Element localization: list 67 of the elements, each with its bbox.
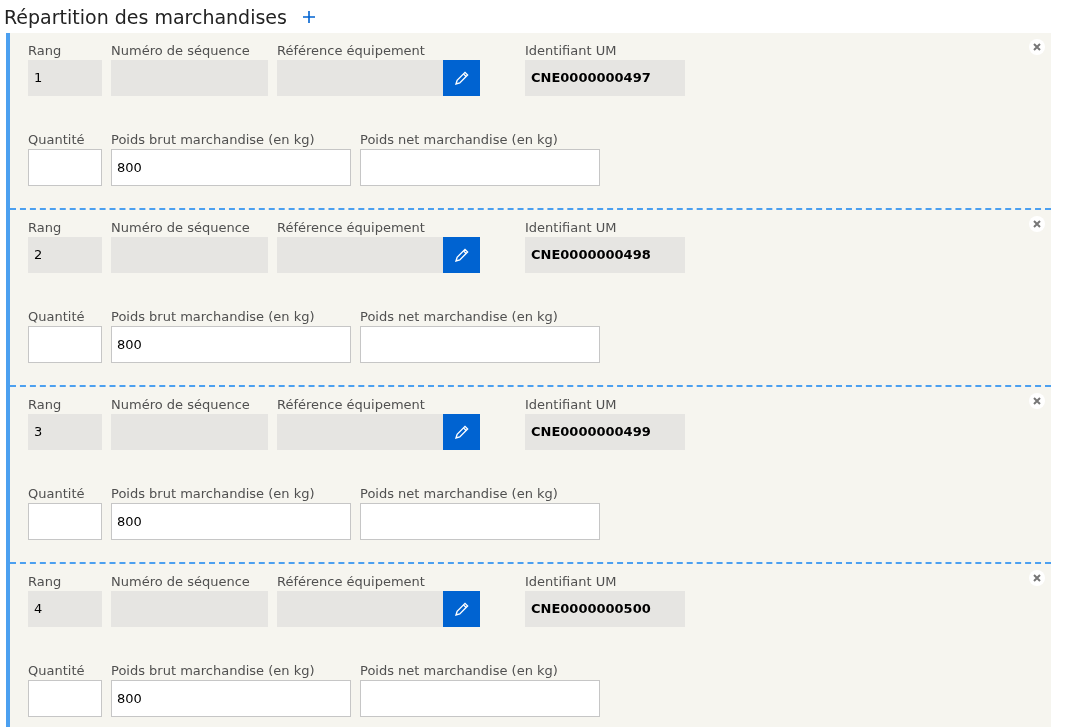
readonly-field: 4 [28, 591, 102, 627]
field-label: Numéro de séquence [111, 397, 251, 413]
edit-button[interactable] [443, 591, 480, 627]
input-field[interactable] [360, 680, 600, 717]
close-icon [1033, 43, 1041, 51]
field-label: Rang [28, 220, 63, 236]
input-field[interactable] [28, 149, 102, 186]
field-label: Identifiant UM [525, 220, 618, 236]
field-label: Rang [28, 43, 63, 59]
readonly-field: CNE0000000500 [525, 591, 685, 627]
readonly-field: 1 [28, 60, 102, 96]
field-label: Rang [28, 574, 63, 590]
field-label: Quantité [28, 663, 86, 679]
field-label: Poids net marchandise (en kg) [360, 309, 559, 325]
field-label: Poids net marchandise (en kg) [360, 132, 559, 148]
pencil-icon [452, 423, 471, 441]
field-label: Identifiant UM [525, 397, 618, 413]
close-icon [1033, 574, 1041, 582]
input-field[interactable] [28, 680, 102, 717]
field-label: Rang [28, 397, 63, 413]
edit-button[interactable] [443, 60, 480, 96]
field-label: Poids brut marchandise (en kg) [111, 663, 316, 679]
field-label: Référence équipement [277, 220, 426, 236]
field-label: Poids brut marchandise (en kg) [111, 132, 316, 148]
input-field[interactable]: 800 [111, 149, 351, 186]
input-field[interactable] [28, 503, 102, 540]
field-label: Poids brut marchandise (en kg) [111, 486, 316, 502]
close-button[interactable] [1029, 39, 1045, 55]
input-field[interactable] [360, 149, 600, 186]
readonly-field: CNE0000000499 [525, 414, 685, 450]
plus-icon [302, 10, 315, 23]
field-label: Poids brut marchandise (en kg) [111, 309, 316, 325]
field-label: Identifiant UM [525, 574, 618, 590]
field-label: Poids net marchandise (en kg) [360, 663, 559, 679]
close-button[interactable] [1029, 216, 1045, 232]
input-field[interactable]: 800 [111, 680, 351, 717]
field-label: Poids net marchandise (en kg) [360, 486, 559, 502]
input-field[interactable] [360, 503, 600, 540]
edit-button[interactable] [443, 414, 480, 450]
field-label: Quantité [28, 486, 86, 502]
readonly-field: CNE0000000498 [525, 237, 685, 273]
close-icon [1033, 397, 1041, 405]
field-label: Référence équipement [277, 397, 426, 413]
field-label: Référence équipement [277, 43, 426, 59]
add-button[interactable] [300, 8, 317, 25]
field-label: Quantité [28, 309, 86, 325]
pencil-icon [452, 600, 471, 618]
input-field[interactable] [360, 326, 600, 363]
field-label: Identifiant UM [525, 43, 618, 59]
close-button[interactable] [1029, 393, 1045, 409]
section-title: Répartition des marchandises [4, 4, 287, 29]
pencil-icon [452, 246, 471, 264]
readonly-field: 3 [28, 414, 102, 450]
input-field[interactable]: 800 [111, 326, 351, 363]
close-icon [1033, 220, 1041, 228]
input-field[interactable] [28, 326, 102, 363]
pencil-icon [452, 69, 471, 87]
input-field[interactable]: 800 [111, 503, 351, 540]
readonly-field: 2 [28, 237, 102, 273]
field-label: Référence équipement [277, 574, 426, 590]
field-label: Numéro de séquence [111, 43, 251, 59]
field-label: Numéro de séquence [111, 220, 251, 236]
readonly-field: CNE0000000497 [525, 60, 685, 96]
field-label: Numéro de séquence [111, 574, 251, 590]
field-label: Quantité [28, 132, 86, 148]
close-button[interactable] [1029, 570, 1045, 586]
edit-button[interactable] [443, 237, 480, 273]
